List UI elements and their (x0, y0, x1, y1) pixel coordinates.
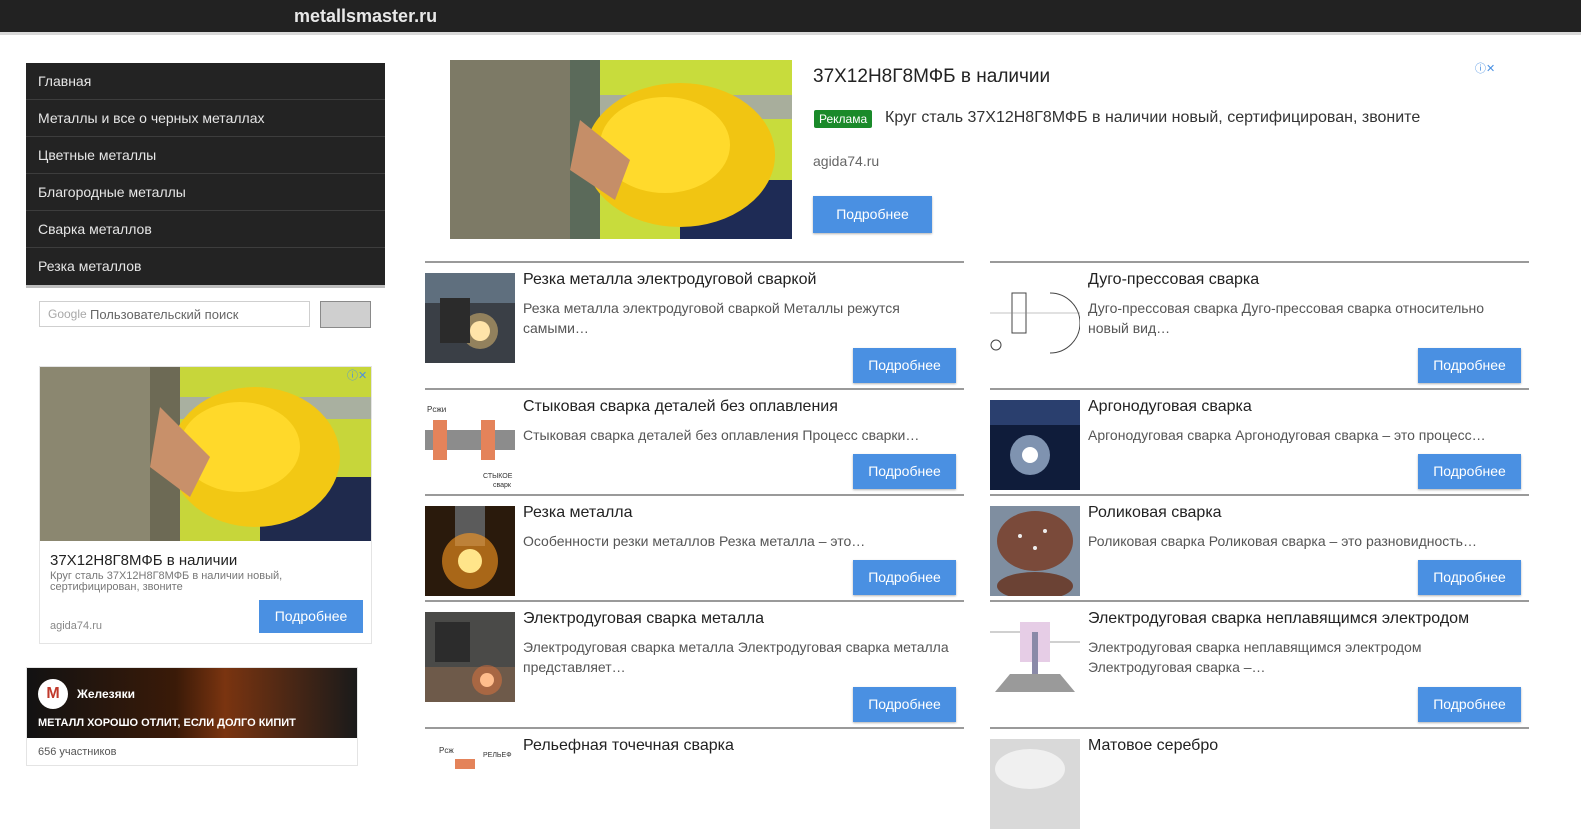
community-logo-icon: М (38, 679, 68, 709)
menu-item-nonferrous-metals[interactable]: Цветные металлы (26, 137, 385, 174)
search-field[interactable]: Google (39, 301, 310, 327)
article-card: Аргонодуговая сварка Аргонодуговая сварк… (990, 388, 1529, 494)
article-more-button[interactable]: Подробнее (1418, 560, 1521, 595)
google-logo: Google (48, 307, 87, 321)
top-ad-title[interactable]: 37Х12Н8Г8МФБ в наличии (813, 66, 1050, 88)
article-more-button[interactable]: Подробнее (1418, 348, 1521, 383)
community-name[interactable]: Железяки (77, 687, 135, 701)
thumb-label: РЕЛЬЕФ (483, 752, 512, 759)
article-card: Резка металла Особенности резки металлов… (425, 494, 964, 600)
article-thumbnail-metal-cutting[interactable] (425, 506, 515, 596)
ad-image (40, 367, 371, 541)
menu-item-home[interactable]: Главная (26, 63, 385, 100)
community-widget[interactable]: М Железяки МЕТАЛЛ ХОРОШО ОТЛИТ, ЕСЛИ ДОЛ… (26, 667, 358, 766)
article-excerpt: Аргонодуговая сварка Аргонодуговая сварк… (1088, 427, 1486, 443)
article-more-button[interactable]: Подробнее (853, 560, 956, 595)
article-title[interactable]: Резка металла электродуговой сваркой (523, 271, 816, 289)
site-title-link[interactable]: metallsmaster.ru (294, 6, 437, 27)
widget-banner: М Железяки МЕТАЛЛ ХОРОШО ОТЛИТ, ЕСЛИ ДОЛ… (27, 668, 357, 738)
ad-choices-icon[interactable]: ⓘ✕ (1475, 60, 1495, 76)
article-excerpt: Электродуговая сварка металла Электродуг… (523, 639, 949, 675)
article-card: Электродуговая сварка неплавящимся элект… (990, 600, 1529, 727)
article-title[interactable]: Резка металла (523, 504, 633, 522)
article-thumbnail-roller-welding[interactable] (990, 506, 1080, 596)
article-excerpt: Роликовая сварка Роликовая сварка – это … (1088, 533, 1477, 549)
top-ad-image[interactable] (450, 60, 792, 239)
ad-description: Круг сталь 37Х12Н8Г8МФБ в наличии новый,… (50, 570, 283, 593)
article-title[interactable]: Матовое серебро (1088, 737, 1218, 755)
thumb-label: СТЫКОЕ (483, 473, 513, 480)
search-button[interactable] (320, 301, 371, 328)
ad-more-button[interactable]: Подробнее (259, 600, 363, 633)
article-thumbnail-relief-welding[interactable]: Рсж РЕЛЬЕФ (425, 739, 515, 829)
article-title[interactable]: Дуго-прессовая сварка (1088, 271, 1259, 289)
article-card: Рсжи СТЫКОЕ сварк Стыковая сварка детале… (425, 388, 964, 494)
top-ad-more-button[interactable]: Подробнее (813, 196, 932, 233)
ad-title[interactable]: 37Х12Н8Г8МФБ в наличии (50, 552, 237, 569)
menu-item-welding[interactable]: Сварка металлов (26, 211, 385, 248)
article-excerpt: Резка металла электродуговой сваркой Мет… (523, 300, 900, 336)
article-excerpt: Стыковая сварка деталей без оплавления П… (523, 427, 920, 443)
article-card: Роликовая сварка Роликовая сварка Ролико… (990, 494, 1529, 600)
sidebar-ad[interactable]: ⓘ✕ 37Х12Н8Г8МФБ в наличии Круг сталь 37Х… (39, 366, 372, 644)
thumb-label: Рсжи (427, 405, 446, 414)
article-more-button[interactable]: Подробнее (853, 454, 956, 489)
menu-item-cutting[interactable]: Резка металлов (26, 248, 385, 285)
ad-badge: Реклама (814, 110, 873, 128)
article-thumbnail-tig-diagram[interactable] (990, 612, 1080, 702)
article-card: Дуго-прессовая сварка Дуго-прессовая сва… (990, 261, 1529, 388)
ad-choices-icon[interactable]: ⓘ✕ (347, 367, 367, 383)
menu-item-ferrous-metals[interactable]: Металлы и все о черных металлах (26, 100, 385, 137)
article-excerpt: Дуго-прессовая сварка Дуго-прессовая сва… (1088, 300, 1485, 336)
article-more-button[interactable]: Подробнее (1418, 687, 1521, 722)
article-more-button[interactable]: Подробнее (1418, 454, 1521, 489)
article-thumbnail-argon-welding[interactable] (990, 400, 1080, 490)
community-slogan: МЕТАЛЛ ХОРОШО ОТЛИТ, ЕСЛИ ДОЛГО КИПИТ (38, 717, 296, 729)
article-card: Резка металла электродуговой сваркой Рез… (425, 261, 964, 388)
article-title[interactable]: Электродуговая сварка неплавящимся элект… (1088, 610, 1469, 628)
menu-item-precious-metals[interactable]: Благородные металлы (26, 174, 385, 211)
article-title[interactable]: Роликовая сварка (1088, 504, 1222, 522)
article-card: Матовое серебро (990, 727, 1529, 829)
article-title[interactable]: Аргонодуговая сварка (1088, 398, 1252, 416)
article-thumbnail-arc-welding[interactable] (425, 612, 515, 702)
site-header: metallsmaster.ru (0, 0, 1581, 35)
article-title[interactable]: Стыковая сварка деталей без оплавления (523, 398, 838, 416)
thumb-label: сварк (493, 482, 512, 489)
article-thumbnail-matte-silver[interactable] (990, 739, 1080, 829)
article-more-button[interactable]: Подробнее (853, 687, 956, 722)
article-card: Электродуговая сварка металла Электродуг… (425, 600, 964, 727)
article-title[interactable]: Электродуговая сварка металла (523, 610, 764, 628)
members-count: 656 участников (38, 746, 117, 758)
article-card: Рсж РЕЛЬЕФ Рельефная точечная сварка (425, 727, 964, 829)
top-ad-description: Круг сталь 37Х12Н8Г8МФБ в наличии новый,… (885, 109, 1421, 126)
article-thumbnail-butt-welding[interactable]: Рсжи СТЫКОЕ сварк (425, 400, 515, 490)
article-more-button[interactable]: Подробнее (853, 348, 956, 383)
article-title[interactable]: Рельефная точечная сварка (523, 737, 734, 755)
article-excerpt: Электродуговая сварка неплавящимся элект… (1088, 639, 1422, 675)
thumb-label: Рсж (439, 746, 454, 755)
ad-domain: agida74.ru (50, 620, 102, 632)
article-thumbnail-arc-cutting[interactable] (425, 273, 515, 363)
top-ad-domain: agida74.ru (813, 153, 880, 169)
sidebar-menu: Главная Металлы и все о черных металлах … (26, 63, 385, 288)
article-thumbnail-arc-press-diagram[interactable] (990, 273, 1080, 363)
article-excerpt: Особенности резки металлов Резка металла… (523, 533, 866, 549)
search-input[interactable] (90, 305, 305, 323)
